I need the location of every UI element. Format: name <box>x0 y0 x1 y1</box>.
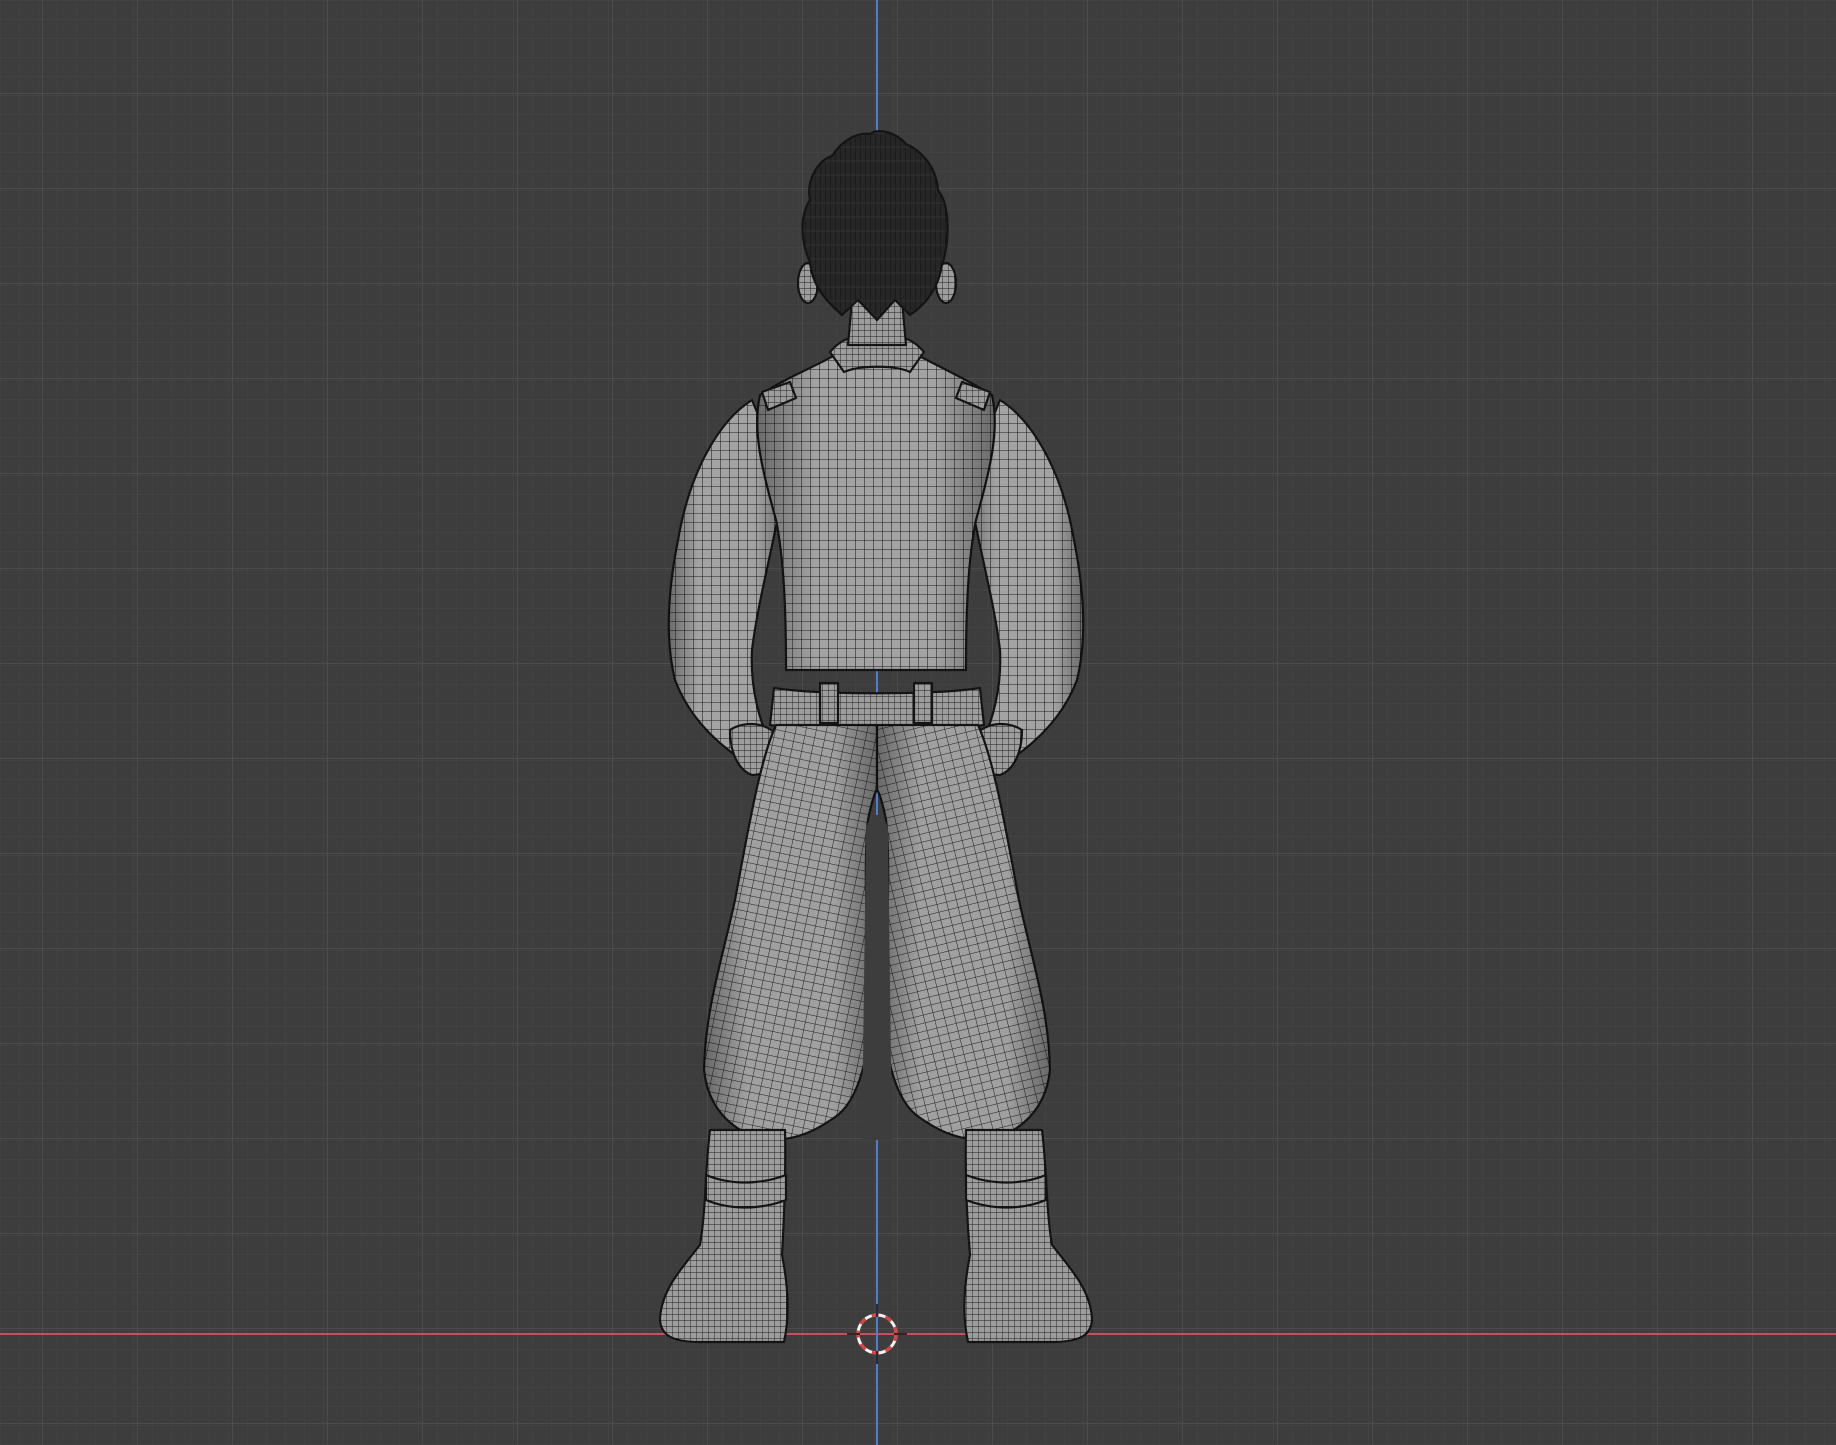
viewport-canvas[interactable] <box>0 0 1836 1445</box>
mesh-belt-loop-left <box>818 681 840 725</box>
mesh-belt-loop-right <box>912 681 934 725</box>
mesh-hair[interactable] <box>801 130 949 322</box>
3d-viewport[interactable] <box>0 0 1836 1445</box>
mesh-crotch-gap <box>862 815 892 1140</box>
